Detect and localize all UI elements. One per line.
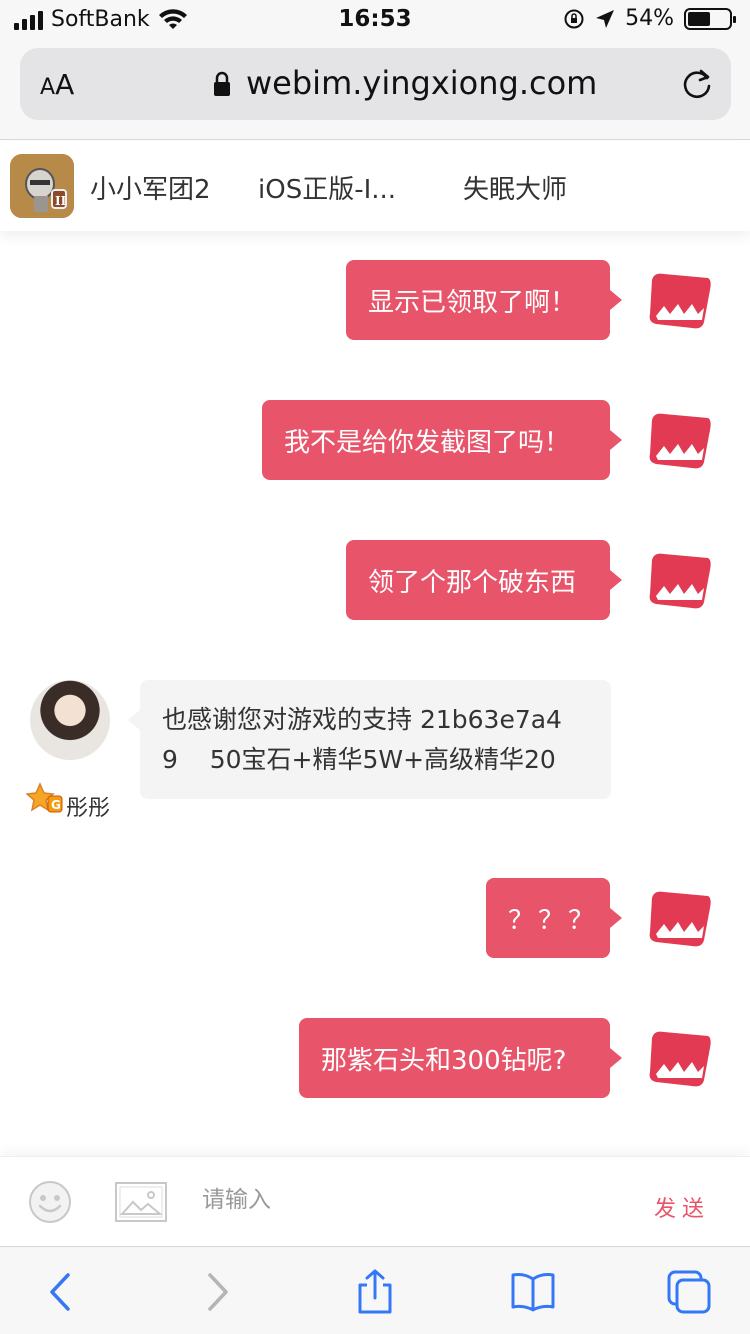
url-text[interactable]: webim.yingxiong.com xyxy=(246,64,597,102)
user-avatar-icon xyxy=(649,273,711,329)
user-avatar-icon xyxy=(649,1031,711,1087)
emoji-icon[interactable] xyxy=(28,1180,72,1224)
message-input-bar: 发送 xyxy=(0,1156,750,1246)
browser-toolbar xyxy=(0,1246,750,1334)
text-size-button[interactable]: AA xyxy=(40,68,74,101)
message-line: 也感谢您对游戏的支持 21b63e7a4 xyxy=(162,705,562,734)
tabs-icon[interactable] xyxy=(666,1269,712,1315)
user-avatar-icon xyxy=(649,891,711,947)
message-bubble-outgoing: 显示已领取了啊！ xyxy=(346,260,622,340)
user-avatar-icon xyxy=(649,553,711,609)
back-icon[interactable] xyxy=(38,1269,84,1315)
message-input[interactable] xyxy=(202,1187,602,1213)
reload-icon[interactable] xyxy=(679,66,715,102)
status-right: 54% xyxy=(563,6,736,31)
svg-text:II: II xyxy=(55,194,67,208)
tab-game-1[interactable]: 小小军团2 xyxy=(90,169,211,206)
game-tabs: II 小小军团2 iOS正版-I... 失眠大师 xyxy=(0,141,750,231)
message-line: 9 50宝石+精华5W+高级精华20 xyxy=(162,745,556,774)
agent-avatar xyxy=(30,680,110,760)
battery-icon xyxy=(684,7,736,30)
vip-star-badge-icon: G xyxy=(26,782,63,813)
status-bar: SoftBank 16:53 54% xyxy=(0,0,750,40)
message-bubble-outgoing: ？？？ xyxy=(486,878,622,958)
tab-game-2[interactable]: iOS正版-I... xyxy=(258,169,396,206)
message-bubble-outgoing: 那紫石头和300钻呢? xyxy=(299,1018,622,1098)
message-bubble-outgoing: 我不是给你发截图了吗！ xyxy=(262,400,622,480)
user-avatar-icon xyxy=(649,413,711,469)
battery-fill xyxy=(688,11,710,26)
browser-address-area: AA webim.yingxiong.com xyxy=(0,40,750,140)
orientation-lock-icon xyxy=(564,9,584,28)
sender-name: 彤彤 xyxy=(66,796,111,821)
bookmarks-icon[interactable] xyxy=(510,1269,556,1315)
message-bubble-incoming: 也感谢您对游戏的支持 21b63e7a4 9 50宝石+精华5W+高级精华20 xyxy=(128,680,611,799)
address-bar[interactable]: AA webim.yingxiong.com xyxy=(20,48,731,120)
battery-percent: 54% xyxy=(625,6,674,31)
share-icon[interactable] xyxy=(352,1269,398,1315)
location-icon xyxy=(596,9,615,28)
svg-text:G: G xyxy=(51,798,61,812)
image-upload-icon[interactable] xyxy=(115,1182,167,1222)
game-icon[interactable]: II xyxy=(10,154,74,218)
tab-game-3[interactable]: 失眠大师 xyxy=(463,169,567,206)
lock-icon xyxy=(214,71,230,96)
message-bubble-outgoing: 领了个那个破东西 xyxy=(346,540,622,620)
send-button[interactable]: 发送 xyxy=(654,1191,710,1223)
forward-icon[interactable] xyxy=(194,1269,240,1315)
